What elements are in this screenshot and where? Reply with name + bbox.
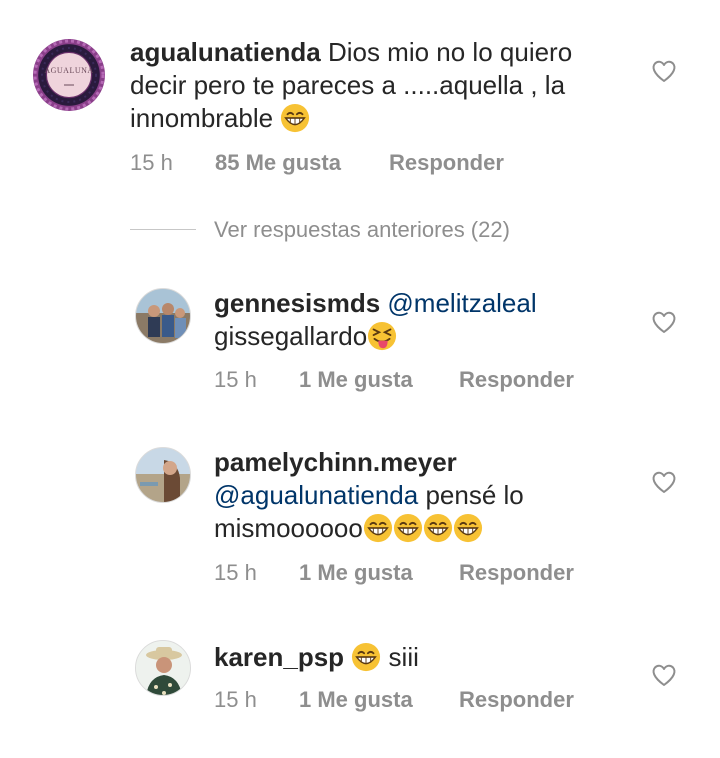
avatar-logo-text: AGUALUNA xyxy=(44,66,94,75)
comment-meta: 15 h 1 Me gusta Responder xyxy=(214,687,594,713)
avatar[interactable] xyxy=(135,288,191,344)
reply-button[interactable]: Responder xyxy=(389,150,504,176)
timestamp: 15 h xyxy=(214,687,257,712)
comment-text-line2: decir pero te pareces a .....aquella , l… xyxy=(130,70,566,100)
reply-button[interactable]: Responder xyxy=(459,367,574,393)
likes-count[interactable]: 85 Me gusta xyxy=(215,150,341,176)
grinning-squinting-emoji xyxy=(423,513,453,543)
grinning-squinting-emoji xyxy=(280,103,310,133)
timestamp: 15 h xyxy=(214,560,257,585)
heart-icon[interactable] xyxy=(651,59,677,83)
heart-icon[interactable] xyxy=(651,663,677,687)
likes-count[interactable]: 1 Me gusta xyxy=(299,687,413,713)
reply-button[interactable]: Responder xyxy=(459,687,574,713)
avatar-photo-image xyxy=(136,448,190,502)
comment-meta: 15 h 85 Me gusta Responder xyxy=(130,150,550,176)
likes-count[interactable]: 1 Me gusta xyxy=(299,367,413,393)
heart-icon[interactable] xyxy=(651,310,677,334)
comment-text-line3: mismoooooo xyxy=(214,513,363,543)
comment-body: gennesismds @melitzaleal gissegallardo xyxy=(214,287,634,353)
avatar-photo-image xyxy=(136,641,190,695)
avatar-pattern-image xyxy=(33,39,105,111)
comment-text-line1: Dios mio no lo quiero xyxy=(327,37,573,67)
grinning-squinting-emoji xyxy=(393,513,423,543)
comment-text: gissegallardo xyxy=(214,321,368,351)
reply-button[interactable]: Responder xyxy=(459,560,574,586)
grinning-squinting-emoji xyxy=(363,513,393,543)
comment-text-line2: pensé lo xyxy=(425,480,524,510)
comment-meta: 15 h 1 Me gusta Responder xyxy=(214,560,594,586)
username[interactable]: gennesismds xyxy=(214,288,380,318)
comment-text: siii xyxy=(388,642,419,672)
comment-body: pamelychinn.meyer @agualunatienda pensé … xyxy=(214,446,634,545)
avatar[interactable]: AGUALUNA xyxy=(33,39,105,111)
avatar[interactable] xyxy=(135,447,191,503)
comment-meta: 15 h 1 Me gusta Responder xyxy=(214,367,594,393)
username[interactable]: agualunatienda xyxy=(130,37,321,67)
grinning-squinting-emoji xyxy=(453,513,483,543)
avatar-photo-image xyxy=(136,289,190,343)
timestamp: 15 h xyxy=(214,367,257,392)
username[interactable]: karen_psp xyxy=(214,642,344,672)
comment-text-line3: innombrable xyxy=(130,103,274,133)
avatar[interactable] xyxy=(135,640,191,696)
timestamp: 15 h xyxy=(130,150,173,175)
comment-body: karen_psp siii xyxy=(214,641,634,674)
comment-body: agualunatienda Dios mio no lo quiero dec… xyxy=(130,36,600,135)
view-previous-label[interactable]: Ver respuestas anteriores (22) xyxy=(214,217,510,243)
squinting-tongue-emoji xyxy=(367,321,397,351)
username[interactable]: pamelychinn.meyer xyxy=(214,447,457,477)
heart-icon[interactable] xyxy=(651,470,677,494)
divider-line xyxy=(130,229,196,230)
grinning-squinting-emoji xyxy=(351,642,381,672)
view-previous-replies[interactable]: Ver respuestas anteriores (22) xyxy=(130,217,630,247)
likes-count[interactable]: 1 Me gusta xyxy=(299,560,413,586)
mention-link[interactable]: @agualunatienda xyxy=(214,480,418,510)
mention-link[interactable]: @melitzaleal xyxy=(387,288,536,318)
